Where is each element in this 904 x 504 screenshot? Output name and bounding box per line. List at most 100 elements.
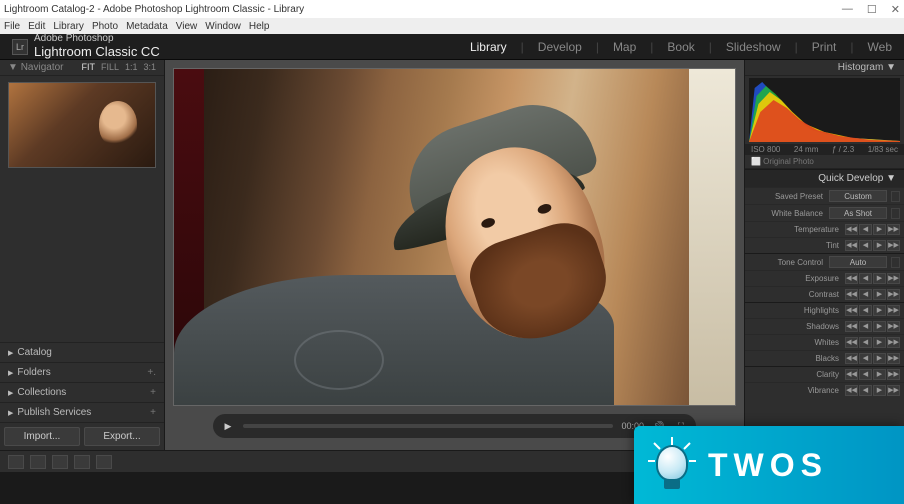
- temp-inc[interactable]: ▶: [873, 224, 886, 235]
- nav-1-1[interactable]: 1:1: [125, 62, 138, 73]
- qd-saved-preset-label: Saved Preset: [749, 192, 825, 201]
- nav-3-1[interactable]: 3:1: [143, 62, 156, 73]
- menu-file[interactable]: File: [4, 21, 20, 32]
- cl-dec[interactable]: ◀: [859, 369, 872, 380]
- module-print[interactable]: Print: [812, 40, 837, 54]
- con-dec[interactable]: ◀: [859, 289, 872, 300]
- tint-dec2[interactable]: ◀◀: [845, 240, 858, 251]
- histogram-header[interactable]: Histogram ▼: [745, 60, 904, 76]
- wh-dec2[interactable]: ◀◀: [845, 337, 858, 348]
- original-photo-toggle[interactable]: ⬜ Original Photo: [745, 155, 904, 169]
- exp-dec2[interactable]: ◀◀: [845, 273, 858, 284]
- tint-inc[interactable]: ▶: [873, 240, 886, 251]
- bl-dec[interactable]: ◀: [859, 353, 872, 364]
- maximize-button[interactable]: ☐: [867, 3, 877, 16]
- sh-dec[interactable]: ◀: [859, 321, 872, 332]
- loupe-view-icon[interactable]: [30, 455, 46, 469]
- temp-dec2[interactable]: ◀◀: [845, 224, 858, 235]
- import-button[interactable]: Import...: [4, 427, 80, 446]
- panel-publish[interactable]: ▶Publish Services+: [0, 402, 164, 422]
- exp-inc2[interactable]: ▶▶: [887, 273, 900, 284]
- qd-saved-preset: Saved Preset Custom: [745, 187, 904, 204]
- qd-tint: Tint ◀◀◀▶▶▶: [745, 237, 904, 253]
- exp-dec[interactable]: ◀: [859, 273, 872, 284]
- quick-develop-header[interactable]: Quick Develop ▼: [745, 169, 904, 187]
- menu-photo[interactable]: Photo: [92, 21, 118, 32]
- right-panel: Histogram ▼ ISO 800 24 mm ƒ / 2.3 1/83 s…: [744, 60, 904, 450]
- tint-dec[interactable]: ◀: [859, 240, 872, 251]
- menu-view[interactable]: View: [176, 21, 198, 32]
- wh-inc[interactable]: ▶: [873, 337, 886, 348]
- qd-tone-disclosure[interactable]: [891, 257, 900, 268]
- menu-library[interactable]: Library: [53, 21, 84, 32]
- temp-inc2[interactable]: ▶▶: [887, 224, 900, 235]
- qd-shadows: Shadows ◀◀◀▶▶▶: [745, 318, 904, 334]
- temp-dec[interactable]: ◀: [859, 224, 872, 235]
- publish-add-icon[interactable]: +: [150, 407, 156, 418]
- exif-aperture: ƒ / 2.3: [832, 145, 854, 154]
- compare-view-icon[interactable]: [52, 455, 68, 469]
- vb-dec[interactable]: ◀: [859, 385, 872, 396]
- photo-preview[interactable]: [173, 68, 736, 406]
- wh-inc2[interactable]: ▶▶: [887, 337, 900, 348]
- export-button[interactable]: Export...: [84, 427, 160, 446]
- play-button[interactable]: ▶: [221, 419, 235, 433]
- grid-view-icon[interactable]: [8, 455, 24, 469]
- collections-add-icon[interactable]: +: [150, 387, 156, 398]
- cl-dec2[interactable]: ◀◀: [845, 369, 858, 380]
- scrub-track[interactable]: [243, 424, 613, 428]
- menu-edit[interactable]: Edit: [28, 21, 45, 32]
- module-slideshow[interactable]: Slideshow: [726, 40, 781, 54]
- vb-inc2[interactable]: ▶▶: [887, 385, 900, 396]
- close-button[interactable]: ✕: [891, 3, 900, 16]
- panel-folders[interactable]: ▶Folders+.: [0, 362, 164, 382]
- tint-inc2[interactable]: ▶▶: [887, 240, 900, 251]
- menu-metadata[interactable]: Metadata: [126, 21, 168, 32]
- nav-fit[interactable]: FIT: [81, 62, 95, 73]
- nav-fill[interactable]: FILL: [101, 62, 119, 73]
- sh-dec2[interactable]: ◀◀: [845, 321, 858, 332]
- con-inc[interactable]: ▶: [873, 289, 886, 300]
- qd-clarity: Clarity ◀◀◀▶▶▶: [745, 366, 904, 382]
- folders-add-icon[interactable]: +.: [147, 367, 156, 378]
- vb-inc[interactable]: ▶: [873, 385, 886, 396]
- exif-focal: 24 mm: [794, 145, 818, 154]
- con-inc2[interactable]: ▶▶: [887, 289, 900, 300]
- qd-tone-auto[interactable]: Auto: [829, 256, 887, 268]
- survey-view-icon[interactable]: [74, 455, 90, 469]
- hl-dec[interactable]: ◀: [859, 305, 872, 316]
- bl-inc2[interactable]: ▶▶: [887, 353, 900, 364]
- qd-saved-preset-select[interactable]: Custom: [829, 190, 887, 202]
- module-map[interactable]: Map: [613, 40, 636, 54]
- menu-window[interactable]: Window: [205, 21, 241, 32]
- module-book[interactable]: Book: [667, 40, 694, 54]
- panel-collections[interactable]: ▶Collections+: [0, 382, 164, 402]
- qd-wb-select[interactable]: As Shot: [829, 207, 887, 219]
- con-dec2[interactable]: ◀◀: [845, 289, 858, 300]
- people-view-icon[interactable]: [96, 455, 112, 469]
- hl-inc[interactable]: ▶: [873, 305, 886, 316]
- minimize-button[interactable]: —: [842, 3, 853, 16]
- wh-dec[interactable]: ◀: [859, 337, 872, 348]
- cl-inc2[interactable]: ▶▶: [887, 369, 900, 380]
- bl-inc[interactable]: ▶: [873, 353, 886, 364]
- module-web[interactable]: Web: [868, 40, 892, 54]
- module-library[interactable]: Library: [470, 40, 507, 54]
- module-develop[interactable]: Develop: [538, 40, 582, 54]
- vb-dec2[interactable]: ◀◀: [845, 385, 858, 396]
- qd-highlights: Highlights ◀◀◀▶▶▶: [745, 302, 904, 318]
- navigator-thumbnail[interactable]: [8, 82, 156, 168]
- qd-wb-disclosure[interactable]: [891, 208, 900, 219]
- hl-inc2[interactable]: ▶▶: [887, 305, 900, 316]
- hl-dec2[interactable]: ◀◀: [845, 305, 858, 316]
- sh-inc2[interactable]: ▶▶: [887, 321, 900, 332]
- panel-catalog[interactable]: ▶Catalog: [0, 342, 164, 362]
- qd-blacks: Blacks ◀◀◀▶▶▶: [745, 350, 904, 366]
- exp-inc[interactable]: ▶: [873, 273, 886, 284]
- cl-inc[interactable]: ▶: [873, 369, 886, 380]
- menu-help[interactable]: Help: [249, 21, 270, 32]
- navigator-label[interactable]: ▼ Navigator: [8, 62, 64, 73]
- bl-dec2[interactable]: ◀◀: [845, 353, 858, 364]
- sh-inc[interactable]: ▶: [873, 321, 886, 332]
- qd-disclosure[interactable]: [891, 191, 900, 202]
